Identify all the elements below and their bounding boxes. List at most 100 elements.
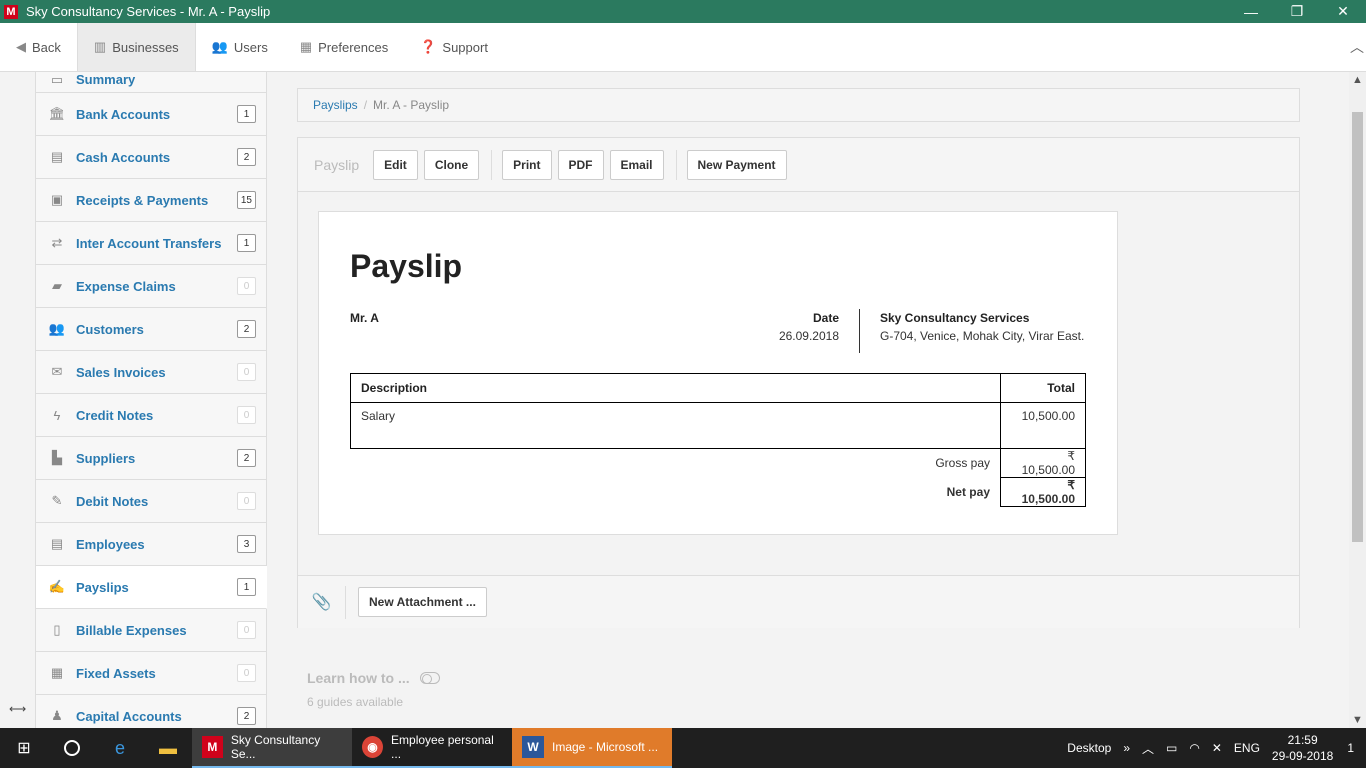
clone-button[interactable]: Clone [423, 149, 480, 180]
person-icon: ♟ [51, 708, 63, 723]
top-navigation: ◀ Back ▥ Businesses 👥 Users ▦ Preference… [0, 23, 1366, 72]
breadcrumb-payslips-link[interactable]: Payslips [313, 98, 358, 112]
nav-support[interactable]: ❓ Support [404, 23, 504, 71]
window-title-bar: M Sky Consultancy Services - Mr. A - Pay… [0, 0, 1366, 23]
learn-toggle[interactable] [419, 672, 440, 684]
taskbar: ⊞ e ▬ M Sky Consultancy Se... ◉ Employee… [0, 728, 1366, 768]
count-badge: 15 [236, 191, 256, 209]
transfer-icon: ⇄ [51, 235, 63, 250]
sidebar-item-suppliers[interactable]: ▙ Suppliers 2 [35, 437, 267, 480]
language-indicator[interactable]: ENG [1234, 741, 1260, 755]
task-label: Employee personal ... [391, 733, 494, 761]
pdf-button[interactable]: PDF [557, 149, 604, 180]
windows-start-icon[interactable]: ⊞ [0, 728, 48, 768]
chrome-icon: ◉ [362, 736, 384, 758]
sidebar-item-billable-expenses[interactable]: ▯ Billable Expenses 0 [35, 609, 267, 652]
chevron-up-icon[interactable]: ︿ [1350, 37, 1364, 57]
company-block: Sky Consultancy Services G-704, Venice, … [880, 311, 1084, 343]
sidebar-item-employees[interactable]: ▤ Employees 3 [35, 523, 267, 566]
count-badge: 3 [237, 535, 256, 553]
minimize-button[interactable]: — [1228, 0, 1274, 23]
gross-pay-label: Gross pay [935, 456, 990, 471]
sidebar-item-expense-claims[interactable]: ▰ Expense Claims 0 [35, 265, 267, 308]
count-badge: 0 [237, 492, 256, 510]
wifi-icon[interactable]: ◠ [1189, 741, 1199, 755]
cortana-search-icon[interactable] [48, 728, 96, 768]
sidebar-item-receipts-payments[interactable]: ▣ Receipts & Payments 15 [35, 179, 267, 222]
column-header-description: Description [350, 373, 1001, 403]
paperclip-icon: 📎 [298, 585, 346, 619]
sidebar-item-bank-accounts[interactable]: 🏛 Bank Accounts 1 [35, 93, 267, 136]
clock-date: 29-09-2018 [1271, 749, 1334, 763]
task-label: Image - Microsoft ... [552, 740, 659, 754]
notifications-icon[interactable]: 1 [1347, 741, 1354, 755]
count-badge: 1 [237, 578, 256, 596]
sidebar-item-capital-accounts[interactable]: ♟ Capital Accounts 2 [35, 695, 267, 728]
desktop-toolbar[interactable]: Desktop [1067, 741, 1111, 755]
company-address: G-704, Venice, Mohak City, Virar East. [880, 329, 1085, 343]
learn-how-to[interactable]: Learn how to ... [307, 670, 440, 686]
date-value: 26.09.2018 [778, 329, 839, 343]
sidebar-item-credit-notes[interactable]: ϟ Credit Notes 0 [35, 394, 267, 437]
toolbar-title: Payslip [314, 156, 360, 173]
taskbar-app-chrome[interactable]: ◉ Employee personal ... [352, 728, 512, 768]
users-icon: 👥 [211, 39, 228, 54]
wallet-icon: ▰ [52, 278, 62, 293]
lightning-icon: ϟ [53, 407, 61, 423]
vertical-scrollbar[interactable]: ▲ ▼ [1349, 72, 1366, 728]
nav-preferences[interactable]: ▦ Preferences [284, 23, 404, 71]
sidebar-item-label: Expense Claims [76, 278, 176, 294]
sidebar-item-label: Inter Account Transfers [76, 235, 222, 251]
id-card-icon: ▤ [50, 536, 64, 551]
sidebar-item-payslips[interactable]: ✍ Payslips 1 [35, 566, 267, 609]
count-badge: 2 [237, 320, 256, 338]
net-pay-label: Net pay [946, 485, 990, 499]
payee-name: Mr. A [350, 311, 379, 325]
restore-button[interactable]: ❐ [1274, 0, 1320, 23]
sidebar-item-inter-account-transfers[interactable]: ⇄ Inter Account Transfers 1 [35, 222, 267, 265]
file-explorer-icon[interactable]: ▬ [144, 728, 192, 768]
chevron-right-icon[interactable]: » [1123, 741, 1130, 755]
sidebar-item-summary[interactable]: ▭ Summary [35, 72, 267, 93]
count-badge: 1 [237, 234, 256, 252]
email-button[interactable]: Email [609, 149, 664, 180]
scroll-up-icon[interactable]: ▲ [1349, 74, 1366, 86]
sidebar-item-sales-invoices[interactable]: ✉ Sales Invoices 0 [35, 351, 267, 394]
app-logo-icon: M [4, 4, 18, 19]
sidebar-item-debit-notes[interactable]: ✎ Debit Notes 0 [35, 480, 267, 523]
scroll-down-icon[interactable]: ▼ [1349, 714, 1366, 726]
edge-browser-icon[interactable]: e [96, 728, 144, 768]
nav-users[interactable]: 👥 Users [196, 23, 284, 71]
learn-title: Learn how to ... [307, 670, 410, 686]
inbox-icon: ✉ [51, 364, 63, 379]
count-badge: 1 [237, 105, 256, 123]
scrollbar-thumb[interactable] [1352, 112, 1363, 542]
presentation-icon: ▭ [50, 72, 64, 87]
gross-pay-row: Gross pay ₹ 10,500.00 [351, 448, 1086, 478]
print-button[interactable]: Print [502, 149, 552, 180]
sidebar-item-label: Debit Notes [76, 493, 149, 509]
count-badge: 0 [237, 621, 256, 639]
taskbar-app-word[interactable]: W Image - Microsoft ... [512, 728, 672, 768]
edit-button[interactable]: Edit [373, 149, 418, 180]
sidebar-item-fixed-assets[interactable]: ▦ Fixed Assets 0 [35, 652, 267, 695]
close-button[interactable]: ✕ [1320, 0, 1366, 23]
date-block: Date 26.09.2018 [779, 311, 839, 343]
chevron-up-icon[interactable]: ︿ [1142, 740, 1154, 757]
sidebar-resize-icon[interactable]: ⟷ [9, 702, 26, 716]
column-header-total: Total [1000, 373, 1086, 403]
table-header-row: Description Total [350, 373, 1086, 403]
taskbar-app-manager[interactable]: M Sky Consultancy Se... [192, 728, 352, 768]
sidebar-item-cash-accounts[interactable]: ▤ Cash Accounts 2 [35, 136, 267, 179]
nav-businesses[interactable]: ▥ Businesses [76, 23, 196, 71]
guides-count: 6 guides available [307, 695, 404, 709]
sidebar-item-label: Fixed Assets [76, 665, 156, 681]
new-attachment-button[interactable]: New Attachment ... [358, 587, 487, 617]
back-button[interactable]: ◀ Back [0, 23, 77, 71]
sidebar-item-customers[interactable]: 👥 Customers 2 [35, 308, 267, 351]
new-payment-button[interactable]: New Payment [686, 149, 787, 180]
battery-icon[interactable]: ▭ [1166, 741, 1177, 755]
line-amount: 10,500.00 [1000, 402, 1086, 449]
clock[interactable]: 21:59 29-09-2018 [1272, 732, 1333, 764]
volume-muted-icon[interactable]: ✕ [1212, 741, 1222, 755]
